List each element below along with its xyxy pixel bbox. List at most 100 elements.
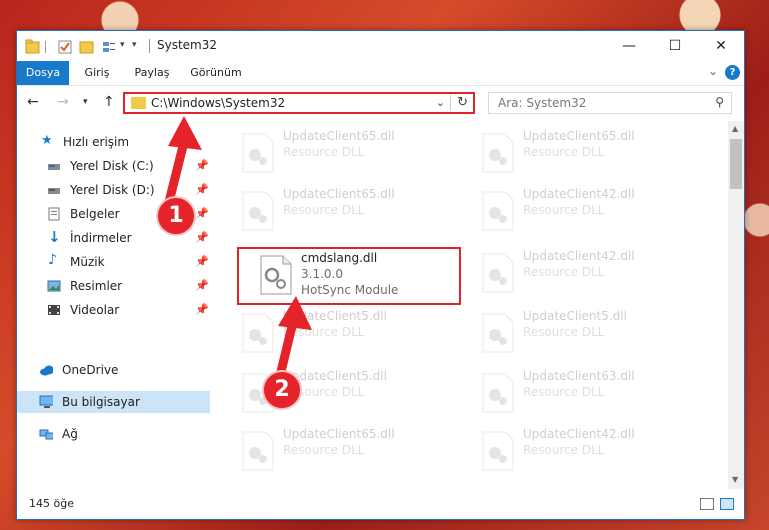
dll-file-icon (242, 191, 274, 231)
address-folder-icon (131, 97, 146, 109)
minimize-button[interactable]: — (606, 31, 652, 61)
new-folder-icon[interactable] (79, 39, 95, 55)
dll-file-icon (482, 313, 514, 353)
title-divider (149, 39, 150, 53)
dll-file-icon (482, 253, 514, 293)
file-description: Resource DLL (283, 443, 365, 457)
pin-icon[interactable]: 📌 (195, 303, 209, 316)
tab-view[interactable]: Görünüm (187, 61, 245, 85)
pin-icon[interactable]: 📌 (195, 159, 209, 172)
dll-file-icon (242, 431, 274, 471)
nav-item-pictures[interactable]: Resimler 📌 (17, 275, 210, 297)
file-item[interactable]: UpdateClient63.dll Resource DLL (473, 365, 698, 419)
network-icon (39, 429, 53, 440)
nav-label: İndirmeler (70, 231, 132, 245)
nav-label: Belgeler (70, 207, 120, 221)
recent-locations-icon[interactable]: ▾ (83, 97, 88, 107)
file-explorer-window: ▾ ▾ System32 — ☐ ✕ Dosya Giriş Paylaş Gö… (16, 30, 745, 520)
file-name: UpdateClient63.dll (523, 369, 635, 383)
search-input[interactable]: Ara: System32 ⚲ (488, 92, 732, 114)
address-bar[interactable]: C:\Windows\System32 ⌄ ↻ (123, 92, 475, 114)
file-item[interactable]: UpdateClient65.dll Resource DLL (233, 125, 458, 179)
tab-file[interactable]: Dosya (17, 61, 69, 85)
forward-icon[interactable]: → (57, 94, 69, 110)
close-button[interactable]: ✕ (698, 31, 744, 61)
minimize-icon: — (622, 38, 636, 54)
nav-item-this-pc[interactable]: Bu bilgisayar (17, 391, 210, 413)
back-icon[interactable]: ← (27, 94, 39, 110)
dll-file-icon (482, 373, 514, 413)
file-item[interactable]: UpdateClient65.dll Resource DLL (233, 183, 458, 237)
file-name: UpdateClient65.dll (523, 129, 635, 143)
item-count: 145 öğe (29, 497, 74, 510)
file-description: Resource DLL (523, 145, 605, 159)
close-icon: ✕ (715, 38, 727, 54)
file-item-cmdslang[interactable]: cmdslang.dll 3.1.0.0 HotSync Module (251, 247, 476, 301)
nav-label: Müzik (70, 255, 105, 269)
file-item[interactable]: UpdateClient42.dll Resource DLL (473, 245, 698, 299)
step-badge-2: 2 (262, 370, 302, 410)
tab-share[interactable]: Paylaş (129, 61, 175, 85)
file-description: Resource DLL (523, 325, 605, 339)
tab-home[interactable]: Giriş (77, 61, 117, 85)
up-icon[interactable]: ↑ (103, 94, 115, 110)
nav-label: OneDrive (62, 363, 119, 377)
file-description: Resource DLL (283, 325, 365, 339)
navigation-pane: ★ Hızlı erişim Yerel Disk (C:) 📌 Yerel D… (17, 121, 210, 489)
nav-item-network[interactable]: Ağ (17, 423, 210, 445)
pin-icon[interactable]: 📌 (195, 279, 209, 292)
nav-item-videos[interactable]: Videolar 📌 (17, 299, 210, 321)
tiles-view-icon[interactable] (720, 498, 734, 510)
file-description: Resource DLL (523, 265, 605, 279)
address-path[interactable]: C:\Windows\System32 (151, 96, 285, 110)
file-item[interactable]: UpdateClient42.dll Resource DLL (473, 423, 698, 477)
file-item[interactable]: UpdateClient65.dll Resource DLL (473, 125, 698, 179)
address-divider (450, 95, 451, 111)
nav-item-music[interactable]: ♪ Müzik 📌 (17, 251, 210, 273)
pin-icon[interactable]: 📌 (195, 231, 209, 244)
scroll-thumb[interactable] (730, 139, 742, 189)
maximize-icon: ☐ (668, 38, 682, 54)
file-name: UpdateClient65.dll (283, 427, 395, 441)
file-item[interactable]: UpdateClient65.dll Resource DLL (233, 423, 458, 477)
dll-file-icon (482, 133, 514, 173)
cloud-icon (40, 365, 53, 376)
dll-file-icon (260, 255, 292, 295)
qa-dropdown-icon[interactable]: ▾ (120, 40, 125, 50)
help-button[interactable]: ? (725, 65, 740, 80)
nav-item-disk-c[interactable]: Yerel Disk (C:) 📌 (17, 155, 210, 177)
details-view-icon[interactable] (700, 498, 714, 510)
ribbon-tabs: Dosya Giriş Paylaş Görünüm ⌄ ? (17, 61, 744, 85)
pin-icon[interactable]: 📌 (195, 255, 209, 268)
file-item[interactable]: UpdateClient5.dll Resource DLL (473, 305, 698, 359)
refresh-icon[interactable]: ↻ (457, 95, 468, 110)
file-item[interactable]: UpdateClient42.dll Resource DLL (473, 183, 698, 237)
address-row: ← → ▾ ↑ C:\Windows\System32 ⌄ ↻ Ara: Sys… (17, 85, 744, 122)
address-history-icon[interactable]: ⌄ (436, 96, 445, 109)
file-name: UpdateClient42.dll (523, 187, 635, 201)
pin-icon[interactable]: 📌 (195, 207, 209, 220)
search-icon[interactable]: ⚲ (715, 95, 724, 109)
file-name: UpdateClient65.dll (283, 129, 395, 143)
customize-toolbar-icon[interactable] (101, 39, 117, 55)
maximize-button[interactable]: ☐ (652, 31, 698, 61)
scroll-up-icon[interactable]: ▲ (732, 124, 738, 133)
pin-icon[interactable]: 📌 (195, 183, 209, 196)
file-name: UpdateClient65.dll (283, 187, 395, 201)
search-placeholder: Ara: System32 (498, 96, 587, 110)
nav-label: Resimler (70, 279, 123, 293)
nav-item-quick-access[interactable]: ★ Hızlı erişim (17, 131, 210, 153)
scroll-down-icon[interactable]: ▼ (732, 475, 738, 484)
qa-overflow-icon[interactable]: ▾ (132, 40, 137, 50)
title-separator (45, 41, 46, 53)
file-item[interactable]: UpdateClient5.dll Resource DLL (233, 305, 458, 359)
nav-label: Yerel Disk (D:) (70, 183, 155, 197)
vertical-scrollbar[interactable]: ▲ ▼ (728, 121, 744, 489)
ribbon-expand-icon[interactable]: ⌄ (708, 64, 718, 78)
file-name: UpdateClient42.dll (523, 249, 635, 263)
step-badge-1: 1 (156, 196, 196, 236)
file-description: Resource DLL (523, 203, 605, 217)
properties-icon[interactable] (57, 39, 73, 55)
download-icon: ↓ (48, 228, 61, 246)
nav-item-onedrive[interactable]: OneDrive (17, 359, 210, 381)
